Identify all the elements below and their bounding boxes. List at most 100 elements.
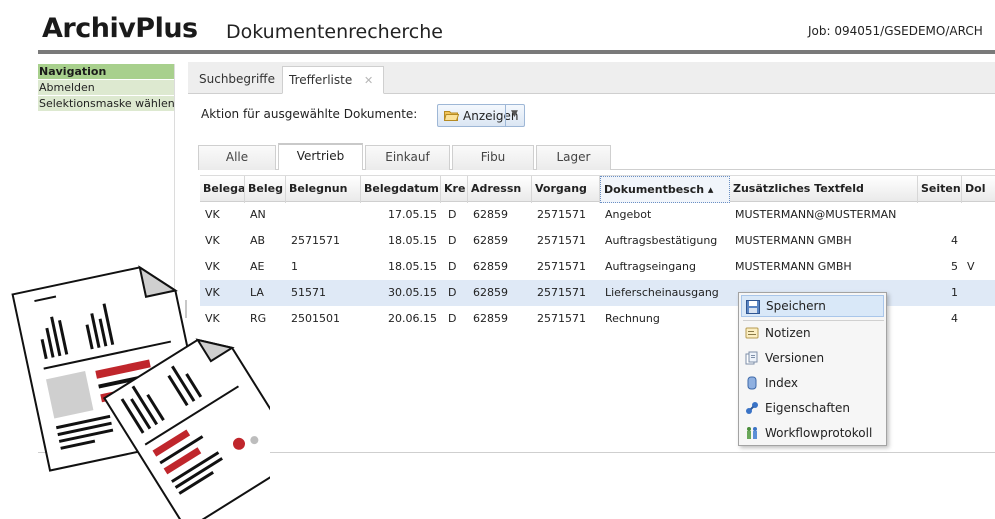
cell: VK <box>205 234 220 247</box>
cell: Auftragsbestätigung <box>605 234 718 247</box>
cell: 2571571 <box>537 260 586 273</box>
cell: 30.05.15 <box>388 286 437 299</box>
cell <box>964 280 967 306</box>
cell <box>964 202 967 228</box>
cell: 18.05.15 <box>388 234 437 247</box>
chevron-down-icon[interactable]: ▼ <box>511 109 518 119</box>
menu-separator <box>743 320 884 321</box>
close-icon[interactable]: ✕ <box>364 74 373 87</box>
menu-item-label: Notizen <box>765 326 811 340</box>
tab-suchbegriffe[interactable]: Suchbegriffe <box>193 66 281 94</box>
app-logo: ArchivPlus <box>42 13 198 44</box>
index-icon <box>747 376 757 390</box>
cell: 2571571 <box>291 234 340 247</box>
cell: MUSTERMANN GMBH <box>735 234 852 247</box>
column-header-vorgang[interactable]: Vorgang <box>532 176 600 203</box>
grid-header: Belega Beleg Belegnun Belegdatum Kre Adr… <box>200 175 995 203</box>
cell: Lieferscheinausgang <box>605 286 719 299</box>
subtab-fibu[interactable]: Fibu <box>452 145 534 170</box>
subtab-vertrieb[interactable]: Vertrieb <box>278 143 363 170</box>
action-label: Aktion für ausgewählte Dokumente: <box>201 107 418 121</box>
floppy-disk-icon <box>746 300 760 314</box>
cell: 62859 <box>473 260 508 273</box>
action-toolbar: Aktion für ausgewählte Dokumente: Anzeig… <box>188 95 995 133</box>
cell: MUSTERMANN GMBH <box>735 260 852 273</box>
cell: 1 <box>951 286 958 299</box>
cell: 2501501 <box>291 312 340 325</box>
column-header-kre[interactable]: Kre <box>441 176 468 203</box>
column-header-belegtyp[interactable]: Beleg <box>245 176 286 203</box>
cell: Auftragseingang <box>605 260 696 273</box>
app-window: ArchivPlus Dokumentenrecherche Job: 0940… <box>0 0 995 519</box>
sidebar-item-selektionsmaske[interactable]: Selektionsmaske wählen <box>38 95 174 111</box>
cell: VK <box>205 208 220 221</box>
cell: 62859 <box>473 286 508 299</box>
properties-icon <box>746 402 758 414</box>
cell: 62859 <box>473 234 508 247</box>
cell: 62859 <box>473 208 508 221</box>
cell: Angebot <box>605 208 652 221</box>
sidebar-heading: Navigation <box>38 64 174 79</box>
cell <box>964 306 967 332</box>
table-row[interactable]: VK AE 1 18.05.15 D 62859 2571571 Auftrag… <box>200 254 995 280</box>
subtab-einkauf[interactable]: Einkauf <box>365 145 450 170</box>
column-header-zusaetzliches-textfeld[interactable]: Zusätzliches Textfeld <box>730 176 918 203</box>
column-header-adressnummer[interactable]: Adressn <box>468 176 532 203</box>
menu-item-workflowprotokoll[interactable]: Workflowprotokoll <box>741 422 884 444</box>
split-divider <box>505 105 506 126</box>
page-title: Dokumentenrecherche <box>226 21 443 43</box>
cell <box>964 228 967 254</box>
cell: 2571571 <box>537 234 586 247</box>
subtab-alle[interactable]: Alle <box>198 145 276 170</box>
cell: 2571571 <box>537 286 586 299</box>
cell: D <box>448 260 457 273</box>
app-header: ArchivPlus Dokumentenrecherche Job: 0940… <box>38 0 995 50</box>
menu-item-speichern[interactable]: Speichern <box>741 295 884 317</box>
table-row[interactable]: VK AN 17.05.15 D 62859 2571571 Angebot M… <box>200 202 995 228</box>
category-tabs: Alle Vertrieb Einkauf Fibu Lager <box>198 140 995 170</box>
workflow-icon <box>747 427 757 439</box>
cell: D <box>448 234 457 247</box>
cell: 4 <box>951 234 958 247</box>
column-header-seitenanzahl[interactable]: Seiten <box>918 176 962 203</box>
cell: V <box>967 260 975 273</box>
cell: AN <box>250 208 266 221</box>
menu-item-eigenschaften[interactable]: Eigenschaften <box>741 397 884 419</box>
job-info: Job: 094051/GSEDEMO/ARCH <box>808 24 983 38</box>
tab-label: Trefferliste <box>289 73 353 87</box>
cell: AB <box>250 234 266 247</box>
column-header-belegnummer[interactable]: Belegnun <box>286 176 361 203</box>
menu-item-index[interactable]: Index <box>741 372 884 394</box>
menu-item-versionen[interactable]: Versionen <box>741 347 884 369</box>
cell: D <box>448 208 457 221</box>
context-menu: Speichern Notizen Versionen Index Eigens… <box>738 292 887 446</box>
tab-trefferliste[interactable]: Trefferliste ✕ <box>282 66 384 94</box>
tab-label: Suchbegriffe <box>199 72 275 86</box>
column-header-dok[interactable]: Dol <box>962 176 995 203</box>
table-row[interactable]: VK AB 2571571 18.05.15 D 62859 2571571 A… <box>200 228 995 254</box>
folder-open-icon <box>444 111 459 121</box>
cell: 51571 <box>291 286 326 299</box>
versions-icon <box>745 351 758 365</box>
header-divider <box>38 50 995 54</box>
column-header-belegart[interactable]: Belega <box>200 176 245 203</box>
menu-item-notizen[interactable]: Notizen <box>741 322 884 344</box>
column-header-dokumentbeschreibung[interactable]: Dokumentbesch ▴ <box>600 176 730 203</box>
cell <box>288 202 291 228</box>
subtab-lager[interactable]: Lager <box>536 145 611 170</box>
cell: 20.06.15 <box>388 312 437 325</box>
menu-item-label: Versionen <box>765 351 825 365</box>
cell: 62859 <box>473 312 508 325</box>
menu-item-label: Index <box>765 376 799 390</box>
cell: 1 <box>291 260 298 273</box>
column-header-belegdatum[interactable]: Belegdatum <box>361 176 441 203</box>
sidebar-item-abmelden[interactable]: Abmelden <box>38 79 174 95</box>
cell: D <box>448 286 457 299</box>
note-icon <box>745 327 759 339</box>
cell: 5 <box>951 260 958 273</box>
anzeigen-split-button[interactable]: Anzeigen ▼ <box>437 104 525 127</box>
cell: 17.05.15 <box>388 208 437 221</box>
cell: 2571571 <box>537 312 586 325</box>
document-clipart-illustration <box>11 265 270 519</box>
tab-bar: Suchbegriffe Trefferliste ✕ <box>188 62 995 94</box>
